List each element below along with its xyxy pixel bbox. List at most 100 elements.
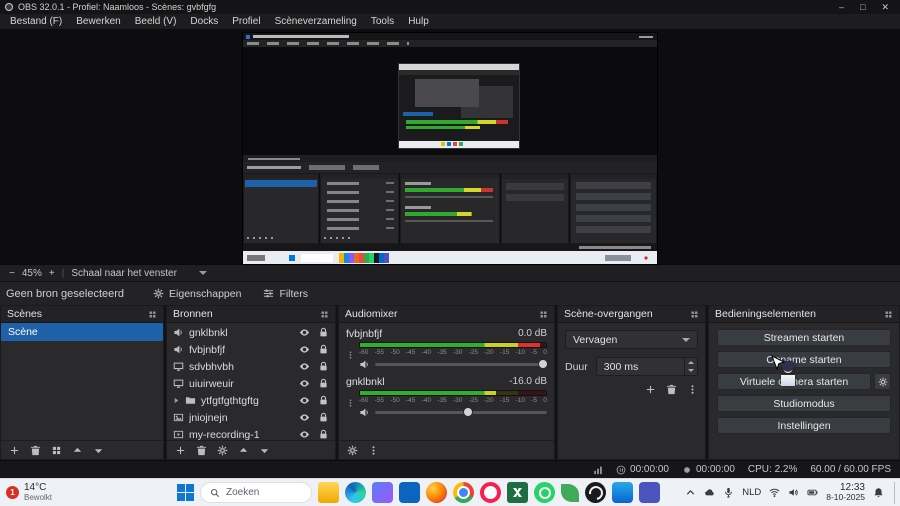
visibility-eye-icon[interactable]: [299, 412, 310, 423]
studio-mode-button[interactable]: Studiomodus: [717, 395, 891, 412]
battery-icon[interactable]: [807, 487, 818, 498]
visibility-eye-icon[interactable]: [299, 361, 310, 372]
scene-list-item[interactable]: Scène: [1, 323, 163, 341]
dock-menu-icon[interactable]: [148, 310, 157, 319]
photos-icon[interactable]: [372, 482, 393, 503]
volume-slider-handle[interactable]: [462, 406, 473, 417]
lock-icon[interactable]: [318, 361, 329, 372]
firefox-icon[interactable]: [426, 482, 447, 503]
add-source-button[interactable]: [175, 445, 186, 456]
lock-icon[interactable]: [318, 412, 329, 423]
volume-slider-handle[interactable]: [537, 358, 548, 369]
mixer-menu-kebab-icon[interactable]: [368, 445, 379, 456]
transitions-dock-header[interactable]: Scène-overgangen: [558, 306, 705, 323]
start-streaming-button[interactable]: Streamen starten: [717, 329, 891, 346]
source-list-item-group[interactable]: ytfgtfgthtgftg: [167, 392, 335, 409]
menu-sceneverzameling[interactable]: Scèneverzameling: [268, 14, 364, 30]
move-scene-up-button[interactable]: [72, 445, 83, 456]
properties-button[interactable]: Eigenschappen: [146, 286, 248, 302]
menu-beeld[interactable]: Beeld (V): [128, 14, 184, 30]
weather-widget[interactable]: 1 14°C Bewolkt: [6, 483, 52, 502]
menu-profiel[interactable]: Profiel: [225, 14, 267, 30]
move-source-down-button[interactable]: [259, 445, 270, 456]
transition-select[interactable]: Vervagen: [565, 330, 698, 349]
volume-slider[interactable]: [375, 406, 547, 417]
volume-icon[interactable]: [788, 487, 799, 498]
source-list-item[interactable]: gnklbnkl: [167, 324, 335, 341]
scenes-dock-header[interactable]: Scènes: [1, 306, 163, 323]
lock-icon[interactable]: [318, 429, 329, 440]
show-desktop-button[interactable]: [894, 481, 897, 504]
microphone-icon[interactable]: [723, 487, 734, 498]
add-scene-button[interactable]: [9, 445, 20, 456]
volume-slider[interactable]: [375, 358, 548, 369]
title-bar[interactable]: OBS 32.0.1 - Profiel: Naamloos - Scènes:…: [0, 0, 900, 14]
remove-scene-button[interactable]: [30, 445, 41, 456]
scene-grid-mode-button[interactable]: [51, 445, 62, 456]
lock-icon[interactable]: [318, 378, 329, 389]
mute-speaker-icon[interactable]: [359, 407, 370, 418]
onedrive-cloud-icon[interactable]: [704, 487, 715, 498]
zoom-in-button[interactable]: +: [49, 268, 55, 279]
mail-icon[interactable]: [399, 482, 420, 503]
menu-bestand[interactable]: Bestand (F): [3, 14, 69, 30]
visibility-eye-icon[interactable]: [299, 378, 310, 389]
opera-icon[interactable]: [480, 482, 501, 503]
channel-menu-kebab-icon[interactable]: [346, 342, 355, 368]
language-indicator[interactable]: NLD: [742, 487, 761, 498]
zoom-out-button[interactable]: −: [9, 268, 15, 279]
chrome-icon[interactable]: [453, 482, 474, 503]
close-button[interactable]: ✕: [881, 0, 889, 14]
obs-icon[interactable]: [585, 482, 606, 503]
start-recording-button[interactable]: Opname starten: [717, 351, 891, 368]
visibility-eye-icon[interactable]: [299, 327, 310, 338]
move-scene-down-button[interactable]: [93, 445, 104, 456]
tray-chevron-up-icon[interactable]: [685, 487, 696, 498]
preview-canvas[interactable]: [0, 30, 900, 264]
visibility-eye-icon[interactable]: [299, 429, 310, 440]
source-list-item[interactable]: uiuirweuir: [167, 375, 335, 392]
taskbar-search[interactable]: Zoeken: [200, 482, 312, 503]
onedrive-icon[interactable]: [612, 482, 633, 503]
edge-icon[interactable]: [345, 482, 366, 503]
duration-decrease-button[interactable]: [685, 367, 697, 376]
wifi-icon[interactable]: [769, 487, 780, 498]
whatsapp-icon[interactable]: [534, 482, 555, 503]
source-list-item[interactable]: sdvbhvbh: [167, 358, 335, 375]
dock-menu-icon[interactable]: [539, 310, 548, 319]
source-properties-button[interactable]: [217, 445, 228, 456]
dock-menu-icon[interactable]: [690, 310, 699, 319]
visibility-eye-icon[interactable]: [299, 344, 310, 355]
source-list-item[interactable]: fvbjnbfjf: [167, 341, 335, 358]
dock-menu-icon[interactable]: [884, 310, 893, 319]
mixer-dock-header[interactable]: Audiomixer: [339, 306, 554, 323]
visibility-eye-icon[interactable]: [299, 395, 310, 406]
transition-duration-input[interactable]: 300 ms: [595, 357, 698, 376]
mute-speaker-icon[interactable]: [359, 359, 370, 370]
move-source-up-button[interactable]: [238, 445, 249, 456]
menu-bewerken[interactable]: Bewerken: [69, 14, 127, 30]
settings-button[interactable]: Instellingen: [717, 417, 891, 434]
leaf-app-icon[interactable]: [561, 483, 579, 502]
filters-button[interactable]: Filters: [256, 286, 315, 302]
lock-icon[interactable]: [318, 327, 329, 338]
scale-mode-dropdown[interactable]: Schaal naar het venster: [71, 268, 207, 279]
lock-icon[interactable]: [318, 344, 329, 355]
expand-chevron-icon[interactable]: [173, 397, 180, 404]
start-button[interactable]: [176, 484, 194, 502]
advanced-audio-button[interactable]: [347, 445, 358, 456]
controls-dock-header[interactable]: Bedieningselementen: [709, 306, 899, 323]
menu-tools[interactable]: Tools: [364, 14, 401, 30]
menu-hulp[interactable]: Hulp: [401, 14, 436, 30]
transition-menu-kebab-icon[interactable]: [687, 384, 698, 395]
notifications-bell-icon[interactable]: [873, 487, 884, 498]
remove-source-button[interactable]: [196, 445, 207, 456]
sources-dock-header[interactable]: Bronnen: [167, 306, 335, 323]
dock-menu-icon[interactable]: [320, 310, 329, 319]
minimize-button[interactable]: –: [839, 0, 844, 14]
remove-transition-button[interactable]: [666, 384, 677, 395]
lock-icon[interactable]: [318, 395, 329, 406]
source-list-item[interactable]: jniojnejn: [167, 409, 335, 426]
source-list-item[interactable]: my-recording-1: [167, 426, 335, 440]
channel-menu-kebab-icon[interactable]: [346, 390, 355, 416]
